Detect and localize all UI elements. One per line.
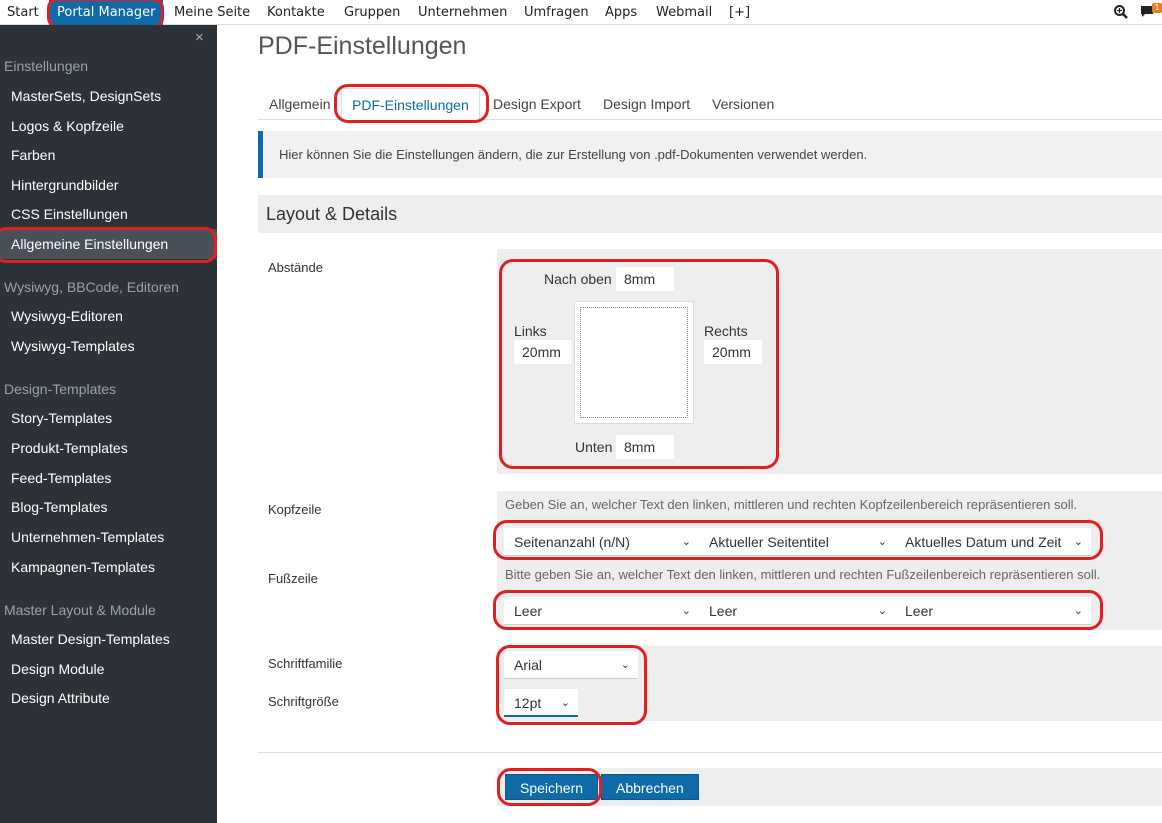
font-family-select[interactable]: Arial ⌄ bbox=[504, 651, 638, 679]
sidebar-item-master-design-templates[interactable]: Master Design-Templates bbox=[0, 624, 217, 654]
chevron-down-icon: ⌄ bbox=[877, 536, 887, 548]
chevron-down-icon: ⌄ bbox=[877, 605, 887, 617]
sidebar-item-hintergrundbilder[interactable]: Hintergrundbilder bbox=[0, 170, 217, 200]
chevron-down-icon: ⌄ bbox=[1073, 536, 1083, 548]
chevron-down-icon: ⌄ bbox=[560, 697, 570, 709]
sidebar-item-design-module[interactable]: Design Module bbox=[0, 654, 217, 684]
footer-left-select[interactable]: Leer ⌄ bbox=[504, 597, 699, 625]
close-icon[interactable]: × bbox=[195, 29, 204, 46]
header-hint: Geben Sie an, welcher Text den linken, m… bbox=[505, 497, 1078, 512]
sidebar-item-mastersets[interactable]: MasterSets, DesignSets bbox=[0, 81, 217, 111]
sidebar-item-css[interactable]: CSS Einstellungen bbox=[0, 199, 217, 229]
tab-bar: Allgemein PDF-Einstellungen Design Expor… bbox=[258, 88, 1162, 121]
font-size-select[interactable]: 12pt ⌄ bbox=[504, 689, 578, 717]
sidebar-item-feed-templates[interactable]: Feed-Templates bbox=[0, 463, 217, 493]
sidebar-item-logos[interactable]: Logos & Kopfzeile bbox=[0, 111, 217, 141]
header-label: Kopfzeile bbox=[268, 502, 322, 517]
sidebar-item-wysiwyg-templates[interactable]: Wysiwyg-Templates bbox=[0, 331, 217, 361]
header-right-value: Aktuelles Datum und Zeit bbox=[905, 534, 1062, 550]
nav-umfragen[interactable]: Umfragen bbox=[524, 5, 589, 20]
header-center-value: Aktueller Seitentitel bbox=[709, 534, 829, 550]
chevron-down-icon: ⌄ bbox=[620, 659, 630, 671]
margin-top-field[interactable]: 8mm bbox=[616, 267, 674, 291]
nav-unternehmen[interactable]: Unternehmen bbox=[418, 5, 507, 20]
section-title: Layout & Details bbox=[258, 195, 1162, 233]
form-divider bbox=[258, 752, 1162, 753]
tab-versionen[interactable]: Versionen bbox=[702, 88, 784, 120]
margins-label: Abstände bbox=[268, 260, 323, 275]
top-navigation: Start Portal Manager Meine Seite Kontakt… bbox=[0, 0, 1162, 25]
sidebar-item-wysiwyg-editoren[interactable]: Wysiwyg-Editoren bbox=[0, 301, 217, 331]
footer-right-select[interactable]: Leer ⌄ bbox=[895, 597, 1091, 625]
sidebar-heading-wysiwyg: Wysiwyg, BBCode, Editoren bbox=[4, 279, 179, 295]
font-family-value: Arial bbox=[514, 657, 543, 673]
chevron-down-icon: ⌄ bbox=[681, 605, 691, 617]
nav-kontakte[interactable]: Kontakte bbox=[267, 5, 325, 20]
sidebar-item-kampagnen-templates[interactable]: Kampagnen-Templates bbox=[0, 552, 217, 582]
tab-design-export[interactable]: Design Export bbox=[483, 88, 591, 120]
tab-allgemein[interactable]: Allgemein bbox=[259, 88, 340, 120]
margin-top-label: Nach oben bbox=[544, 271, 612, 287]
nav-portal-manager[interactable]: Portal Manager bbox=[49, 0, 164, 25]
save-button[interactable]: Speichern bbox=[505, 774, 599, 800]
margin-left-label: Links bbox=[514, 323, 547, 339]
cancel-button[interactable]: Abbrechen bbox=[601, 774, 699, 800]
tab-design-import[interactable]: Design Import bbox=[593, 88, 700, 120]
font-size-label: Schriftgröße bbox=[268, 694, 339, 709]
info-message: Hier können Sie die Einstellungen ändern… bbox=[258, 131, 1162, 178]
font-size-value: 12pt bbox=[514, 695, 542, 711]
page-preview bbox=[574, 301, 694, 424]
sidebar-item-story-templates[interactable]: Story-Templates bbox=[0, 403, 217, 433]
chevron-down-icon: ⌄ bbox=[681, 536, 691, 548]
page-title: PDF-Einstellungen bbox=[258, 32, 467, 60]
footer-hint: Bitte geben Sie an, welcher Text den lin… bbox=[505, 567, 1101, 582]
sidebar-heading-einstellungen: Einstellungen bbox=[4, 58, 89, 74]
nav-add[interactable]: [+] bbox=[729, 5, 750, 20]
nav-meine-seite[interactable]: Meine Seite bbox=[174, 5, 250, 20]
header-center-select[interactable]: Aktueller Seitentitel ⌄ bbox=[699, 528, 895, 556]
header-right-select[interactable]: Aktuelles Datum und Zeit ⌄ bbox=[895, 528, 1091, 556]
nav-apps[interactable]: Apps bbox=[605, 5, 637, 20]
margin-left-field[interactable]: 20mm bbox=[514, 340, 572, 364]
sidebar-heading-master-layout: Master Layout & Module bbox=[4, 602, 156, 618]
sidebar-item-blog-templates[interactable]: Blog-Templates bbox=[0, 492, 217, 522]
sidebar-item-produkt-templates[interactable]: Produkt-Templates bbox=[0, 433, 217, 463]
sidebar-item-allgemeine-einstellungen[interactable]: Allgemeine Einstellungen bbox=[0, 229, 217, 259]
margin-bottom-label: Unten bbox=[575, 439, 613, 455]
nav-webmail[interactable]: Webmail bbox=[656, 5, 712, 20]
font-family-label: Schriftfamilie bbox=[268, 656, 343, 671]
page-preview-margin bbox=[580, 307, 688, 418]
sidebar-item-farben[interactable]: Farben bbox=[0, 140, 217, 170]
sidebar-item-design-attribute[interactable]: Design Attribute bbox=[0, 683, 217, 713]
tab-pdf-einstellungen[interactable]: PDF-Einstellungen bbox=[341, 88, 480, 121]
footer-right-value: Leer bbox=[905, 603, 934, 619]
search-icon[interactable] bbox=[1113, 4, 1129, 20]
footer-center-value: Leer bbox=[709, 603, 738, 619]
footer-center-select[interactable]: Leer ⌄ bbox=[699, 597, 895, 625]
nav-start[interactable]: Start bbox=[7, 5, 39, 20]
notification-badge: 1 bbox=[1152, 3, 1162, 13]
margin-right-label: Rechts bbox=[704, 323, 748, 339]
margin-bottom-field[interactable]: 8mm bbox=[616, 435, 674, 459]
footer-left-value: Leer bbox=[514, 603, 543, 619]
header-left-select[interactable]: Seitenanzahl (n/N) ⌄ bbox=[504, 528, 699, 556]
footer-label: Fußzeile bbox=[268, 571, 318, 586]
sidebar-heading-design-templates: Design-Templates bbox=[4, 381, 117, 397]
sidebar: × Einstellungen MasterSets, DesignSets L… bbox=[0, 25, 217, 823]
chevron-down-icon: ⌄ bbox=[1073, 605, 1083, 617]
margin-right-field[interactable]: 20mm bbox=[704, 340, 762, 364]
sidebar-item-unternehmen-templates[interactable]: Unternehmen-Templates bbox=[0, 522, 217, 552]
nav-gruppen[interactable]: Gruppen bbox=[344, 5, 400, 20]
header-left-value: Seitenanzahl (n/N) bbox=[514, 534, 630, 550]
